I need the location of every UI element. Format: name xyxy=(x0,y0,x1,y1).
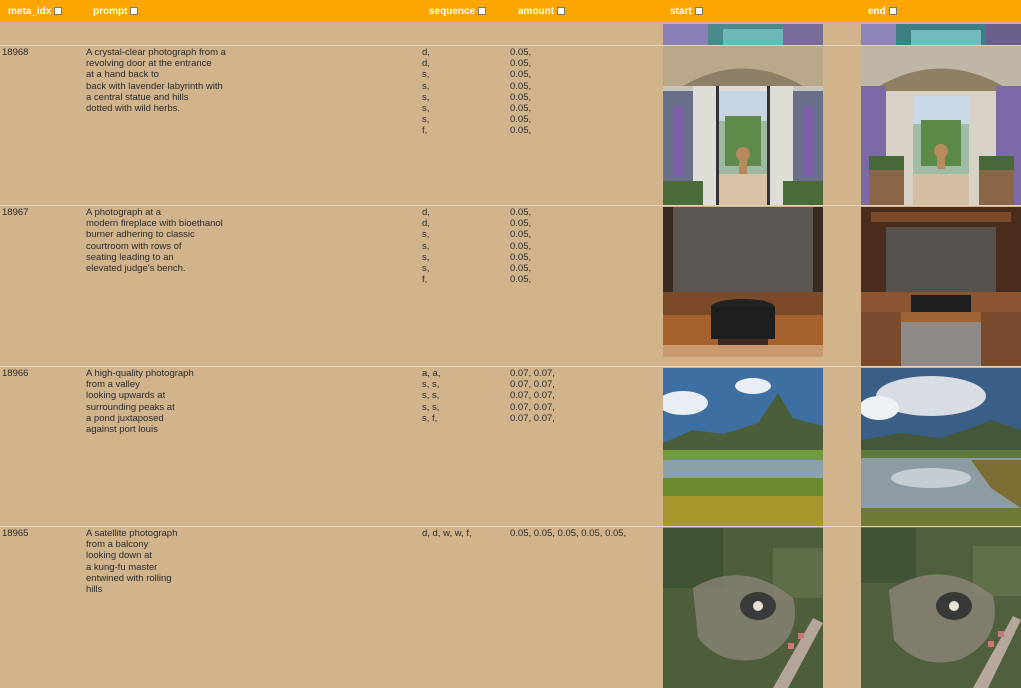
table-row: 18968 A crystal-clear photograph from a … xyxy=(0,45,1021,206)
meta-idx-cell: 18966 xyxy=(2,368,29,379)
table-row: 18965 A satellite photograph from a balc… xyxy=(0,526,1021,688)
start-image-thumbnail[interactable] xyxy=(663,528,823,688)
prompt-cell: A photograph at a modern fireplace with … xyxy=(86,207,223,275)
column-label: end xyxy=(868,5,886,17)
start-image-thumbnail[interactable] xyxy=(663,24,823,45)
amount-cell: 0.05, 0.05, 0.05, 0.05, 0.05, 0.05, 0.05… xyxy=(510,47,532,137)
column-header-prompt[interactable]: prompt xyxy=(93,4,139,18)
column-toggle-checkbox[interactable] xyxy=(888,7,897,15)
end-image-thumbnail[interactable] xyxy=(861,528,1021,688)
column-header-sequence[interactable]: sequence xyxy=(429,4,487,18)
table-header: meta_idx prompt sequence amount start en… xyxy=(0,0,1021,22)
table-row: 18967 A photograph at a modern fireplace… xyxy=(0,205,1021,367)
column-header-start[interactable]: start xyxy=(670,4,703,18)
sequence-cell: a, a, s, s, s, s, s, s, s, f, xyxy=(422,368,441,424)
start-image-thumbnail[interactable] xyxy=(663,207,823,367)
end-image-thumbnail[interactable] xyxy=(861,46,1021,206)
sequence-cell: d, d, s, s, s, s, f, xyxy=(422,207,430,286)
amount-cell: 0.07, 0.07, 0.07, 0.07, 0.07, 0.07, 0.07… xyxy=(510,368,555,424)
table-row xyxy=(0,22,1021,45)
column-toggle-checkbox[interactable] xyxy=(694,7,703,15)
meta-idx-cell: 18968 xyxy=(2,47,29,58)
column-label: start xyxy=(670,5,692,17)
sequence-cell: d, d, s, s, s, s, s, f, xyxy=(422,47,430,137)
column-header-end[interactable]: end xyxy=(868,4,897,18)
end-image-thumbnail[interactable] xyxy=(861,368,1021,528)
meta-idx-cell: 18965 xyxy=(2,528,29,539)
end-image-thumbnail[interactable] xyxy=(861,24,1021,45)
prompt-cell: A high-quality photograph from a valley … xyxy=(86,368,194,436)
prompt-cell: A satellite photograph from a balcony lo… xyxy=(86,528,178,596)
column-label: meta_idx xyxy=(8,5,52,17)
sequence-cell: d, d, w, w, f, xyxy=(422,528,472,539)
amount-cell: 0.05, 0.05, 0.05, 0.05, 0.05, 0.05, 0.05… xyxy=(510,207,532,286)
column-toggle-checkbox[interactable] xyxy=(130,7,139,15)
end-image-thumbnail[interactable] xyxy=(861,207,1021,367)
column-toggle-checkbox[interactable] xyxy=(557,7,566,15)
table-row: 18966 A high-quality photograph from a v… xyxy=(0,366,1021,528)
column-label: prompt xyxy=(93,5,128,17)
column-toggle-checkbox[interactable] xyxy=(54,7,63,15)
start-image-thumbnail[interactable] xyxy=(663,46,823,206)
prompt-cell: A crystal-clear photograph from a revolv… xyxy=(86,47,226,115)
column-toggle-checkbox[interactable] xyxy=(478,7,487,15)
amount-cell: 0.05, 0.05, 0.05, 0.05, 0.05, xyxy=(510,528,627,539)
column-label: sequence xyxy=(429,5,476,17)
column-label: amount xyxy=(518,5,555,17)
start-image-thumbnail[interactable] xyxy=(663,368,823,528)
column-header-amount[interactable]: amount xyxy=(518,4,566,18)
meta-idx-cell: 18967 xyxy=(2,207,29,218)
column-header-meta-idx[interactable]: meta_idx xyxy=(8,4,63,18)
